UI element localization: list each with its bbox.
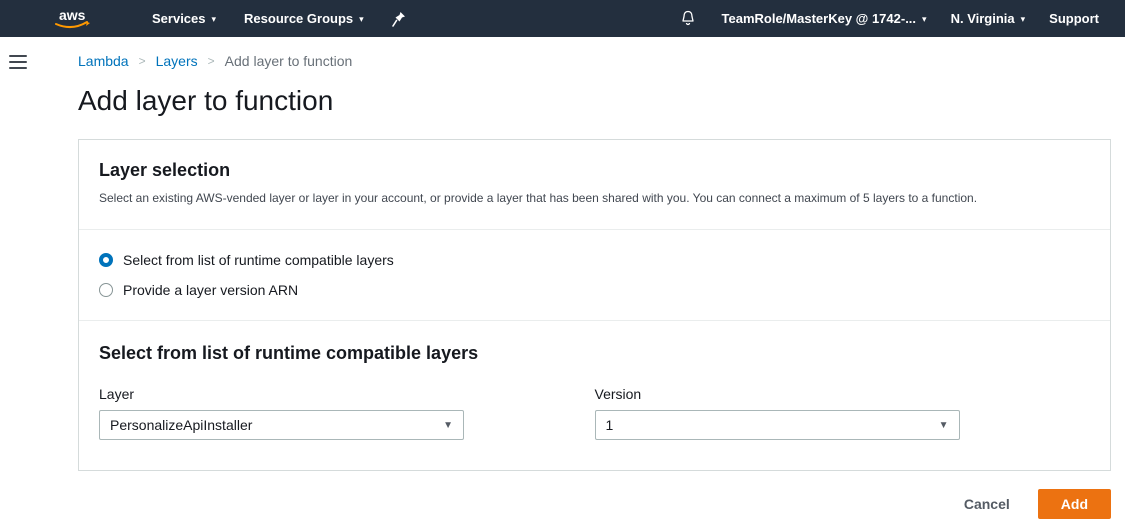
layer-source-radio-group: Select from list of runtime compatible l… <box>99 252 1090 298</box>
version-select[interactable]: 1 ▼ <box>595 410 960 440</box>
layer-select-value: PersonalizeApiInstaller <box>110 417 252 433</box>
breadcrumb-lambda-link[interactable]: Lambda <box>78 53 129 69</box>
radio-option-label: Select from list of runtime compatible l… <box>123 252 394 268</box>
layer-selection-description: Select an existing AWS-vended layer or l… <box>99 189 1090 207</box>
svg-text:aws: aws <box>59 7 86 23</box>
nav-resource-groups[interactable]: Resource Groups ▾ <box>230 0 378 37</box>
dropdown-arrow-icon: ▼ <box>939 420 949 431</box>
page-title: Add layer to function <box>78 85 1111 117</box>
radio-option-runtime-compatible[interactable]: Select from list of runtime compatible l… <box>99 252 1090 268</box>
notifications-bell-icon[interactable] <box>666 0 710 37</box>
menu-icon[interactable] <box>9 55 27 520</box>
pin-icon[interactable] <box>378 0 420 37</box>
version-field-label: Version <box>595 386 1091 402</box>
layer-field: Layer PersonalizeApiInstaller ▼ <box>99 386 595 440</box>
top-navigation: aws Services ▾ Resource Groups ▾ <box>0 0 1125 37</box>
divider <box>79 320 1110 321</box>
breadcrumb-layers-link[interactable]: Layers <box>156 53 198 69</box>
version-select-value: 1 <box>606 417 614 433</box>
nav-services[interactable]: Services ▾ <box>138 0 230 37</box>
side-strip <box>0 37 36 520</box>
add-button[interactable]: Add <box>1038 489 1111 519</box>
nav-support[interactable]: Support <box>1037 0 1111 37</box>
breadcrumb: Lambda > Layers > Add layer to function <box>78 53 1111 69</box>
nav-support-label: Support <box>1049 11 1099 26</box>
layer-selection-card: Layer selection Select an existing AWS-v… <box>78 139 1111 471</box>
chevron-down-icon: ▾ <box>922 14 927 25</box>
chevron-down-icon: ▾ <box>359 14 364 25</box>
nav-resource-groups-label: Resource Groups <box>244 11 353 26</box>
nav-account-label: TeamRole/MasterKey @ 1742-... <box>722 11 917 26</box>
aws-logo-icon: aws <box>52 6 92 32</box>
layer-selection-heading: Layer selection <box>99 160 1090 181</box>
chevron-down-icon: ▾ <box>212 14 217 25</box>
nav-region-label: N. Virginia <box>951 11 1015 26</box>
nav-region-menu[interactable]: N. Virginia ▾ <box>939 0 1038 37</box>
layer-field-label: Layer <box>99 386 595 402</box>
footer-actions: Cancel Add <box>78 489 1111 519</box>
layer-select[interactable]: PersonalizeApiInstaller ▼ <box>99 410 464 440</box>
breadcrumb-separator: > <box>139 54 146 68</box>
cancel-button[interactable]: Cancel <box>964 496 1010 512</box>
divider <box>79 229 1110 230</box>
breadcrumb-separator: > <box>208 54 215 68</box>
dropdown-arrow-icon: ▼ <box>443 420 453 431</box>
runtime-section-heading: Select from list of runtime compatible l… <box>99 343 1090 364</box>
version-field: Version 1 ▼ <box>595 386 1091 440</box>
nav-services-label: Services <box>152 11 206 26</box>
radio-selected-icon[interactable] <box>99 253 113 267</box>
page-body: Lambda > Layers > Add layer to function … <box>0 37 1125 520</box>
nav-account-menu[interactable]: TeamRole/MasterKey @ 1742-... ▾ <box>710 0 939 37</box>
radio-unselected-icon[interactable] <box>99 283 113 297</box>
radio-option-layer-arn[interactable]: Provide a layer version ARN <box>99 282 1090 298</box>
main-content: Lambda > Layers > Add layer to function … <box>78 37 1111 520</box>
breadcrumb-current: Add layer to function <box>225 53 353 69</box>
radio-option-label: Provide a layer version ARN <box>123 282 298 298</box>
chevron-down-icon: ▾ <box>1021 14 1026 25</box>
aws-logo[interactable]: aws <box>52 6 92 32</box>
layer-version-fields: Layer PersonalizeApiInstaller ▼ Version … <box>99 386 1090 440</box>
